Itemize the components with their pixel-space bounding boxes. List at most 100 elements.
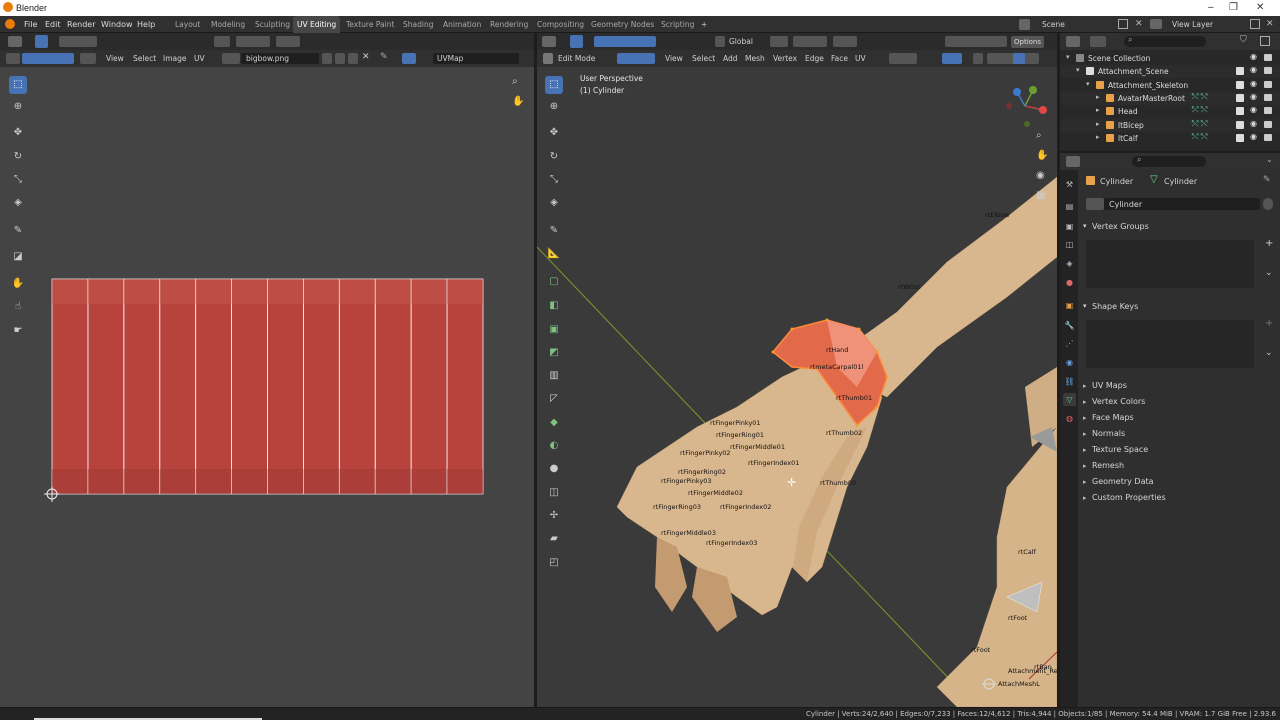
mesh-datablock-icon[interactable] [1086, 198, 1104, 210]
tab-shading[interactable]: Shading [399, 16, 437, 33]
vp-menu-uv[interactable]: UV [855, 54, 866, 63]
select-box-tool-icon[interactable]: ⬚ [545, 76, 563, 94]
properties-search-field[interactable] [1132, 156, 1206, 167]
knife-tool-icon[interactable]: ◸ [545, 390, 563, 408]
transform-tool-icon[interactable]: ◈ [545, 194, 563, 212]
measure-tool-icon[interactable]: 📐 [545, 245, 563, 263]
data-tab-icon[interactable]: ▽ [1063, 393, 1076, 406]
render-camera-icon[interactable] [1264, 54, 1272, 61]
select-box-modes[interactable] [594, 36, 656, 47]
render-camera-icon[interactable] [1264, 133, 1272, 141]
panel-remesh[interactable]: ▸ Remesh [1080, 459, 1276, 474]
panel-uv-maps[interactable]: ▸ UV Maps [1080, 379, 1276, 394]
visibility-eye-icon[interactable]: ◉ [1250, 119, 1257, 128]
tab-compositing[interactable]: Compositing [533, 16, 588, 33]
exclude-checkbox[interactable] [1236, 107, 1244, 116]
tab-modeling[interactable]: Modeling [207, 16, 249, 33]
navigation-gizmo[interactable] [999, 80, 1051, 132]
tab-geometry-nodes[interactable]: Geometry Nodes [587, 16, 658, 33]
add-workspace-button[interactable]: + [697, 16, 711, 33]
exclude-checkbox[interactable] [1236, 133, 1244, 142]
overlay-toggle-icon[interactable] [942, 53, 962, 64]
vertex-groups-title[interactable]: Vertex Groups [1092, 222, 1149, 231]
tab-rendering[interactable]: Rendering [486, 16, 532, 33]
world-tab-icon[interactable]: ● [1063, 276, 1076, 289]
orientation-icon[interactable] [715, 36, 725, 47]
camera-view-icon[interactable]: ◉ [1036, 170, 1045, 181]
outliner-item[interactable]: ▸ ltCalf ⤲ ⤲ ◉ [1060, 132, 1280, 145]
exclude-checkbox[interactable] [1236, 80, 1244, 89]
shrink-tool-icon[interactable]: ✢ [545, 507, 563, 525]
vp-menu-edge[interactable]: Edge [805, 54, 824, 63]
move-tool-icon[interactable]: ✥ [545, 124, 563, 142]
outliner-editor-icon[interactable] [1066, 36, 1080, 47]
outliner-item[interactable]: ▸ Head ⤲ ⤲ ◉ [1060, 105, 1280, 118]
shear-tool-icon[interactable]: ▰ [545, 530, 563, 548]
spin-tool-icon[interactable]: ◐ [545, 437, 563, 455]
new-collection-icon[interactable] [1260, 36, 1270, 46]
viewport-snap-icon[interactable] [793, 36, 827, 47]
panel-chevron-icon[interactable]: ▸ [1083, 398, 1087, 406]
exclude-checkbox[interactable] [1236, 67, 1244, 76]
rip-region-tool-icon[interactable]: ◰ [545, 554, 563, 572]
panel-chevron-icon[interactable]: ▸ [1083, 414, 1087, 422]
cursor-tool-icon[interactable]: ⊕ [545, 98, 563, 116]
blender-menu-icon[interactable] [5, 19, 15, 29]
bone-constraint-icon[interactable]: ⤲ ⤲ [1192, 105, 1207, 115]
panel-chevron-icon[interactable]: ▸ [1083, 494, 1087, 502]
bone-constraint-icon[interactable]: ⤲ ⤲ [1192, 92, 1207, 102]
tool-tab-icon[interactable]: ⚒ [1063, 178, 1076, 191]
shape-key-menu-icon[interactable]: ⌄ [1265, 348, 1273, 358]
menu-file[interactable]: File [24, 20, 37, 29]
vp-menu-mesh[interactable]: Mesh [745, 54, 765, 63]
shape-key-add-icon[interactable]: + [1265, 318, 1273, 329]
particles-tab-icon[interactable]: ⋰ [1063, 337, 1076, 350]
constraints-tab-icon[interactable]: ⛓ [1063, 375, 1076, 388]
viewport-editor-type-icon[interactable] [542, 36, 556, 47]
panel-texture-space[interactable]: ▸ Texture Space [1080, 443, 1276, 458]
pin-icon[interactable]: ✎ [1263, 175, 1271, 185]
annotate-tool-icon[interactable]: ✎ [545, 222, 563, 240]
vp-menu-vertex[interactable]: Vertex [773, 54, 797, 63]
expand-chevron-icon[interactable]: ▾ [1066, 53, 1070, 61]
viewport-pan-icon[interactable]: ✋ [1036, 150, 1048, 161]
expand-chevron-icon[interactable]: ▸ [1096, 93, 1100, 101]
exclude-checkbox[interactable] [1236, 120, 1244, 129]
mesh-select-modes[interactable] [617, 53, 655, 64]
object-tab-icon[interactable]: ▣ [1063, 299, 1076, 312]
poly-build-tool-icon[interactable]: ◆ [545, 414, 563, 432]
close-scene-icon[interactable]: ✕ [1135, 19, 1143, 29]
render-camera-icon[interactable] [1264, 107, 1272, 115]
vertex-groups-list[interactable] [1086, 240, 1254, 288]
shape-keys-list[interactable] [1086, 320, 1254, 368]
gizmo-toggle-icon[interactable] [889, 53, 917, 64]
bevel-tool-icon[interactable]: ◩ [545, 344, 563, 362]
outliner-item[interactable]: ▾ Scene Collection ◉ [1060, 52, 1280, 65]
close-button[interactable]: ✕ [1256, 2, 1264, 13]
panel-chevron-icon[interactable]: ▸ [1083, 382, 1087, 390]
visibility-eye-icon[interactable]: ◉ [1250, 132, 1257, 141]
tab-scripting[interactable]: Scripting [657, 16, 698, 33]
outliner-item[interactable]: ▾ Attachment_Skeleton ◉ [1060, 79, 1280, 92]
viewport-select-icon[interactable] [570, 35, 583, 48]
inset-tool-icon[interactable]: ▣ [545, 321, 563, 339]
vp-menu-face[interactable]: Face [831, 54, 848, 63]
material-tab-icon[interactable]: ◍ [1063, 412, 1076, 425]
bone-constraint-icon[interactable]: ⤲ ⤲ [1192, 132, 1207, 142]
exclude-checkbox[interactable] [1236, 93, 1244, 102]
filter-icon[interactable]: ⛉ [1240, 35, 1247, 45]
menu-edit[interactable]: Edit [45, 20, 61, 29]
rotate-tool-icon[interactable]: ↻ [545, 148, 563, 166]
expand-chevron-icon[interactable]: ▸ [1096, 120, 1100, 128]
mode-icon[interactable] [543, 53, 553, 64]
extrude-tool-icon[interactable]: ◧ [545, 297, 563, 315]
tab-uv-editing[interactable]: UV Editing [293, 16, 341, 33]
physics-tab-icon[interactable]: ◉ [1063, 356, 1076, 369]
vertex-group-menu-icon[interactable]: ⌄ [1265, 268, 1273, 278]
tab-layout[interactable]: Layout [171, 16, 205, 33]
menu-render[interactable]: Render [67, 20, 95, 29]
scene-name[interactable]: Scene [1042, 20, 1065, 29]
view-layer-name[interactable]: View Layer [1172, 20, 1213, 29]
shape-keys-title[interactable]: Shape Keys [1092, 302, 1138, 311]
render-camera-icon[interactable] [1264, 67, 1272, 75]
